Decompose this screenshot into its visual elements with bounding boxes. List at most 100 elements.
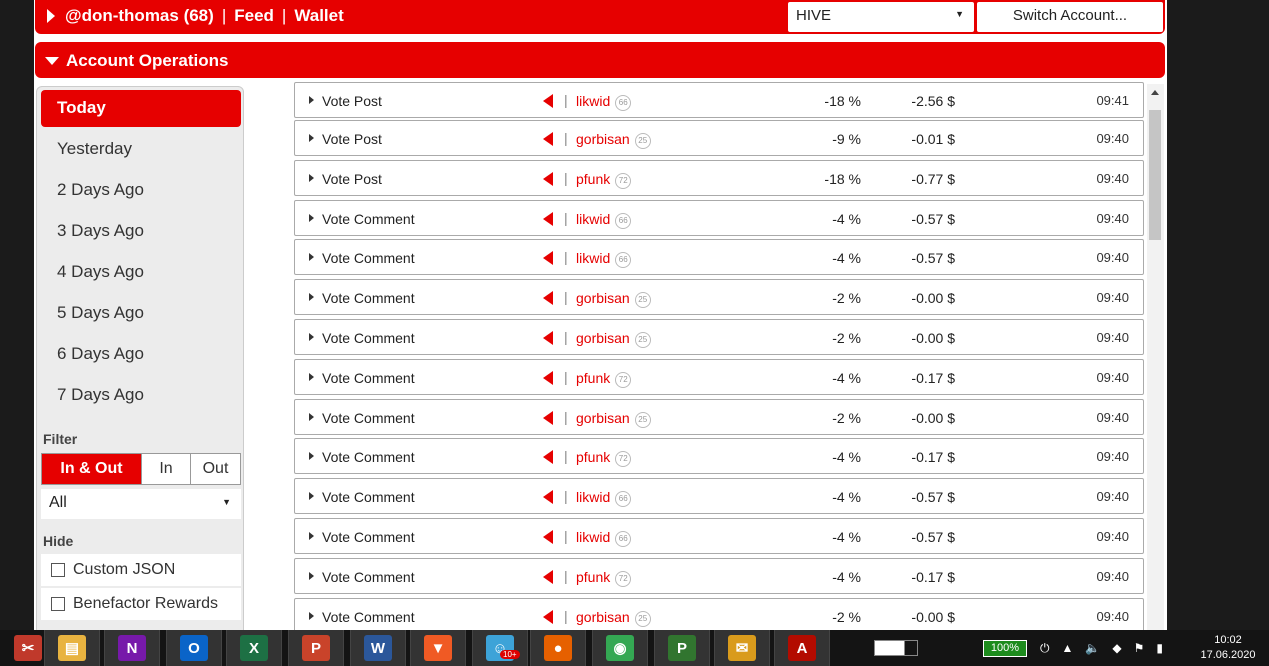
- taskbar-app[interactable]: W: [350, 630, 406, 666]
- taskbar-app[interactable]: N: [104, 630, 160, 666]
- expand-row-icon[interactable]: [309, 452, 314, 461]
- voter-name[interactable]: gorbisan: [576, 410, 630, 426]
- taskbar-app[interactable]: ▼: [410, 630, 466, 666]
- day-6-days-ago[interactable]: 6 Days Ago: [41, 336, 241, 373]
- voter-link[interactable]: pfunk 72: [576, 449, 632, 468]
- voter-name[interactable]: likwid: [576, 529, 610, 545]
- operation-row[interactable]: Vote Comment | gorbisan 25 -2 % -0.00 $ 09:40: [294, 398, 1144, 435]
- power-plug-icon[interactable]: ⏻: [1040, 641, 1050, 656]
- voter-name[interactable]: gorbisan: [576, 290, 630, 306]
- taskbar-app[interactable]: ●: [530, 630, 586, 666]
- operation-row[interactable]: Vote Comment | pfunk 72 -4 % -0.17 $ 09:40: [294, 358, 1144, 395]
- voter-name[interactable]: pfunk: [576, 569, 610, 585]
- filter-in-button[interactable]: In: [142, 454, 191, 484]
- taskbar-app[interactable]: X: [226, 630, 282, 666]
- taskbar-app[interactable]: O: [166, 630, 222, 666]
- flag-icon[interactable]: ⚑: [1134, 641, 1145, 655]
- voter-link[interactable]: likwid 66: [576, 93, 632, 111]
- expand-row-icon[interactable]: [309, 134, 314, 142]
- day-today[interactable]: Today: [41, 90, 241, 127]
- day-4-days-ago[interactable]: 4 Days Ago: [41, 254, 241, 291]
- expand-row-icon[interactable]: [309, 532, 314, 540]
- expand-row-icon[interactable]: [309, 492, 314, 501]
- voter-link[interactable]: pfunk 72: [576, 370, 632, 388]
- operation-row[interactable]: Vote Post | likwid 66 -18 % -2.56 $ 09:41: [294, 82, 1144, 118]
- voter-link[interactable]: likwid 66: [576, 250, 632, 269]
- chain-select[interactable]: HIVE ▼: [788, 2, 974, 32]
- voter-link[interactable]: gorbisan 25: [576, 410, 651, 428]
- operation-row[interactable]: Vote Comment | gorbisan 25 -2 % -0.00 $ 09:40: [294, 597, 1144, 630]
- voter-name[interactable]: likwid: [576, 250, 610, 266]
- expand-row-icon[interactable]: [309, 173, 314, 182]
- taskbar-app[interactable]: P: [288, 630, 344, 666]
- taskbar-app[interactable]: ✉: [714, 630, 770, 666]
- voter-name[interactable]: likwid: [576, 93, 610, 109]
- expand-row-icon[interactable]: [309, 412, 314, 421]
- hide-benefactor-rewards-checkbox[interactable]: Benefactor Rewards: [41, 588, 241, 620]
- battery-indicator[interactable]: 100%: [983, 640, 1027, 657]
- operation-row[interactable]: Vote Comment | pfunk 72 -4 % -0.17 $ 09:40: [294, 438, 1144, 475]
- voter-name[interactable]: gorbisan: [576, 609, 630, 625]
- voter-link[interactable]: gorbisan 25: [576, 290, 651, 309]
- voter-name[interactable]: pfunk: [576, 171, 610, 187]
- voter-name[interactable]: gorbisan: [576, 131, 630, 147]
- wifi-icon[interactable]: ▮: [1156, 641, 1163, 655]
- operation-row[interactable]: Vote Comment | gorbisan 25 -2 % -0.00 $ 09:40: [294, 319, 1144, 355]
- expand-row-icon[interactable]: [309, 372, 314, 381]
- voter-link[interactable]: likwid 66: [576, 529, 632, 547]
- network-signal-icon[interactable]: [874, 640, 918, 656]
- expand-row-icon[interactable]: [309, 571, 314, 580]
- voter-name[interactable]: gorbisan: [576, 330, 630, 346]
- voter-link[interactable]: pfunk 72: [576, 171, 632, 189]
- day-2-days-ago[interactable]: 2 Days Ago: [41, 172, 241, 209]
- voter-name[interactable]: likwid: [576, 489, 610, 505]
- tray-chevron-icon[interactable]: ▲: [1062, 641, 1074, 655]
- operation-row[interactable]: Vote Comment | likwid 66 -4 % -0.57 $ 09:40: [294, 239, 1144, 276]
- operation-row[interactable]: Vote Comment | pfunk 72 -4 % -0.17 $ 09:40: [294, 557, 1144, 594]
- operation-row[interactable]: Vote Post | pfunk 72 -18 % -0.77 $ 09:40: [294, 159, 1144, 196]
- expand-row-icon[interactable]: [309, 333, 314, 341]
- checkbox-icon[interactable]: [51, 563, 65, 577]
- voter-link[interactable]: gorbisan 25: [576, 131, 651, 149]
- voter-link[interactable]: likwid 66: [576, 211, 632, 229]
- dropbox-icon[interactable]: ◆: [1112, 641, 1121, 655]
- clock[interactable]: 10:02 17.06.2020: [1195, 633, 1261, 663]
- voter-name[interactable]: likwid: [576, 211, 610, 227]
- voter-link[interactable]: pfunk 72: [576, 569, 632, 587]
- operation-row[interactable]: Vote Comment | likwid 66 -4 % -0.57 $ 09:40: [294, 518, 1144, 554]
- scroll-thumb[interactable]: [1149, 110, 1161, 240]
- taskbar-app[interactable]: ◉: [592, 630, 648, 666]
- expand-row-icon[interactable]: [309, 253, 314, 262]
- day-5-days-ago[interactable]: 5 Days Ago: [41, 295, 241, 332]
- expand-row-icon[interactable]: [309, 213, 314, 222]
- filter-out-button[interactable]: Out: [191, 454, 240, 484]
- volume-icon[interactable]: 🔈: [1085, 641, 1100, 655]
- day-7-days-ago[interactable]: 7 Days Ago: [41, 377, 241, 414]
- hide-custom-json-checkbox[interactable]: Custom JSON: [41, 554, 241, 586]
- filter-in-out-button[interactable]: In & Out: [42, 454, 142, 484]
- feed-link[interactable]: Feed: [234, 6, 274, 26]
- expand-row-icon[interactable]: [309, 293, 314, 302]
- voter-name[interactable]: pfunk: [576, 449, 610, 465]
- expand-row-icon[interactable]: [309, 611, 314, 620]
- operation-row[interactable]: Vote Post | gorbisan 25 -9 % -0.01 $ 09:40: [294, 120, 1144, 156]
- taskbar-app[interactable]: ☺: [472, 630, 528, 666]
- switch-account-button[interactable]: Switch Account...: [977, 2, 1163, 32]
- taskbar-app[interactable]: P: [654, 630, 710, 666]
- scroll-up-icon[interactable]: [1151, 90, 1159, 95]
- voter-link[interactable]: likwid 66: [576, 489, 632, 508]
- operation-row[interactable]: Vote Comment | likwid 66 -4 % -0.57 $ 09:40: [294, 199, 1144, 236]
- expand-arrow-icon[interactable]: [47, 9, 55, 23]
- checkbox-icon[interactable]: [51, 597, 65, 611]
- account-name-link[interactable]: @don-thomas (68): [65, 6, 214, 26]
- operation-row[interactable]: Vote Comment | likwid 66 -4 % -0.57 $ 09:40: [294, 478, 1144, 515]
- taskbar-app[interactable]: A: [774, 630, 830, 666]
- day-yesterday[interactable]: Yesterday: [41, 131, 241, 168]
- scrollbar[interactable]: [1147, 84, 1164, 630]
- day-3-days-ago[interactable]: 3 Days Ago: [41, 213, 241, 250]
- wallet-link[interactable]: Wallet: [294, 6, 343, 26]
- operation-type-select[interactable]: All ▼: [41, 489, 241, 519]
- voter-name[interactable]: pfunk: [576, 370, 610, 386]
- expand-row-icon[interactable]: [309, 96, 314, 104]
- account-operations-header[interactable]: Account Operations: [35, 42, 1165, 78]
